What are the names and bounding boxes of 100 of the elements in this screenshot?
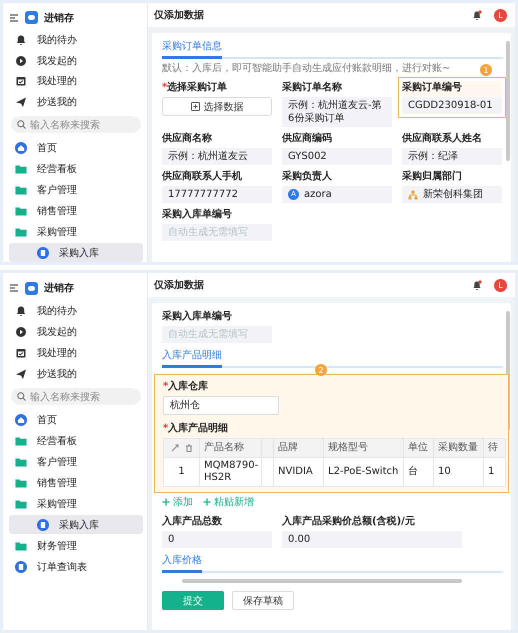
nav-item[interactable]: 首页 <box>9 138 143 158</box>
scrollbar[interactable] <box>506 41 510 161</box>
input-field[interactable]: 示例：纪泽 <box>402 148 502 165</box>
nav-item[interactable]: 采购入库 <box>9 515 143 534</box>
field-label: 供应商编码 <box>282 132 333 145</box>
scrollbar[interactable] <box>182 579 462 583</box>
table-cell: L2-PoE-Switch <box>324 458 404 486</box>
select-data-button[interactable]: 选择数据 <box>162 97 272 116</box>
section-tab[interactable]: 入库产品明细 <box>162 349 222 368</box>
plus-icon <box>203 498 211 506</box>
column-header: 规格型号 <box>324 438 404 458</box>
input-field[interactable]: 17777777772 <box>162 186 272 203</box>
folder-icon <box>15 226 27 238</box>
org-chart-icon <box>408 190 418 200</box>
user-name: azora <box>304 188 332 201</box>
expand-icon[interactable] <box>170 444 178 452</box>
folder-icon <box>15 476 27 488</box>
column-header: 品牌 <box>274 438 324 458</box>
menu-item[interactable]: 抄送我的 <box>9 364 143 383</box>
table-cell: 1 <box>484 458 506 486</box>
field-label: 供应商联系人手机 <box>162 170 243 183</box>
column-header: 单位 <box>404 438 434 458</box>
table-cell: MQM8790-HS2R <box>200 458 262 486</box>
field-label: 采购入库单编号 <box>162 208 233 221</box>
folder-icon <box>15 204 27 217</box>
select-icon <box>190 102 200 111</box>
user-avatar[interactable]: L <box>494 278 507 292</box>
checklist-icon <box>15 75 27 88</box>
field-label: 供应商名称 <box>162 132 213 145</box>
document-icon <box>37 246 49 259</box>
send-icon <box>15 96 27 108</box>
folder-icon <box>15 456 27 468</box>
search-icon <box>17 120 26 130</box>
column-header: 产品名称 <box>200 438 262 458</box>
nav-item[interactable]: 销售管理 <box>9 201 143 220</box>
menu-item[interactable]: 我处理的 <box>9 72 143 91</box>
trash-icon[interactable] <box>184 444 192 452</box>
field-label: *选择采购订单 <box>162 81 228 94</box>
nav-item[interactable]: 采购管理 <box>9 222 143 242</box>
field-label: 采购订单名称 <box>282 81 343 94</box>
menu-item[interactable]: 我处理的 <box>9 343 143 362</box>
column-header <box>262 438 274 458</box>
app-logo-icon <box>25 282 38 294</box>
menu-item[interactable]: 我发起的 <box>9 51 143 70</box>
app-logo-icon <box>25 11 38 24</box>
table-cell: NVIDIA <box>274 458 324 486</box>
nav-item[interactable]: 经营看板 <box>9 431 143 450</box>
checklist-icon <box>15 346 27 358</box>
nav-item[interactable]: 采购入库 <box>9 243 143 262</box>
field-label: 供应商联系人姓名 <box>402 132 483 145</box>
user-avatar[interactable]: L <box>494 8 507 22</box>
nav-item[interactable]: 经营看板 <box>9 159 143 178</box>
input-field[interactable]: CGDD230918-01 <box>402 97 502 114</box>
field-label: 采购归属部门 <box>402 170 463 183</box>
step-badge: 1 <box>480 64 492 76</box>
menu-item[interactable]: 抄送我的 <box>9 92 143 112</box>
nav-item[interactable]: 首页 <box>9 410 143 429</box>
column-header: 采购数量 <box>434 438 484 458</box>
nav-item[interactable]: 客户管理 <box>9 180 143 200</box>
field-label: *入库产品明细 <box>163 422 230 435</box>
menu-item[interactable]: 我的待办 <box>9 301 143 320</box>
input-field[interactable]: 0.00 <box>282 531 462 548</box>
field-label: 入库产品采购价总额(含税)/元 <box>282 515 416 528</box>
section-tab[interactable]: 入库价格 <box>162 554 202 573</box>
plus-icon <box>162 498 170 506</box>
nav-item[interactable]: 订单查询表 <box>9 557 143 576</box>
search-icon <box>17 392 26 401</box>
nav-item[interactable]: 客户管理 <box>9 452 143 471</box>
folder-icon <box>15 184 27 196</box>
menu-icon[interactable] <box>9 12 19 23</box>
input-field[interactable]: 0 <box>162 531 272 548</box>
page-title: 仅添加数据 <box>154 278 205 292</box>
nav-item[interactable]: 采购管理 <box>9 494 143 513</box>
bell-icon[interactable] <box>472 280 482 290</box>
field-label: 采购入库单编号 <box>162 310 233 323</box>
input-field[interactable]: GYS002 <box>282 148 392 165</box>
table-cell: 台 <box>404 458 434 486</box>
input-field[interactable]: 示例：杭州道友云 <box>162 148 272 165</box>
folder-icon <box>15 498 27 510</box>
menu-item[interactable]: 我的待办 <box>9 30 143 50</box>
department-name: 新荣创科集团 <box>423 188 483 201</box>
input-field[interactable]: 示例：杭州道友云-第6份采购订单 <box>282 97 392 127</box>
menu-icon[interactable] <box>9 283 19 293</box>
play-icon <box>15 54 27 67</box>
bell-icon <box>15 304 27 316</box>
send-icon <box>15 368 27 380</box>
field-label: 采购订单编号 <box>402 81 463 94</box>
home-icon <box>15 414 27 426</box>
input-field[interactable]: 杭州仓 <box>163 396 279 415</box>
app-title: 进销存 <box>44 282 74 295</box>
section-tab[interactable]: 采购订单信息 <box>162 40 222 59</box>
save-draft-button[interactable]: 保存草稿 <box>232 591 294 610</box>
nav-item[interactable]: 销售管理 <box>9 473 143 492</box>
menu-item[interactable]: 我发起的 <box>9 322 143 341</box>
document-icon <box>15 560 27 572</box>
bell-icon[interactable] <box>472 10 482 20</box>
field-label: 入库产品总数 <box>162 515 223 528</box>
department-field[interactable]: 新荣创科集团 <box>402 186 502 203</box>
nav-item[interactable]: 财务管理 <box>9 536 143 555</box>
play-icon <box>15 326 27 338</box>
